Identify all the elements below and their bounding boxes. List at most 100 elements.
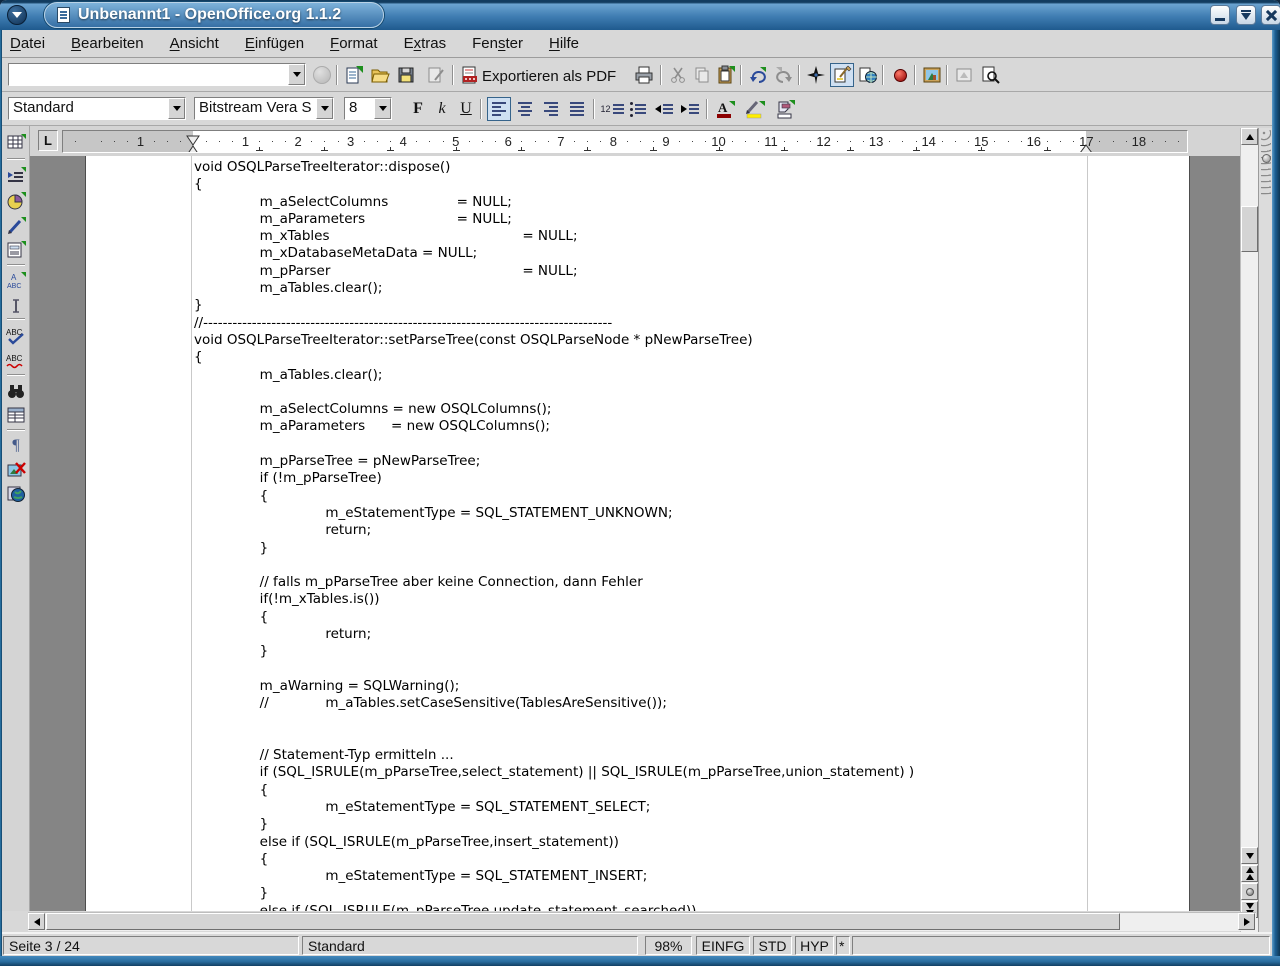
undo-button[interactable] bbox=[746, 63, 770, 87]
horizontal-scroll-thumb[interactable] bbox=[46, 913, 1120, 930]
paste-button[interactable] bbox=[714, 63, 738, 87]
scroll-right-button[interactable] bbox=[1238, 913, 1255, 930]
url-combobox[interactable] bbox=[8, 63, 306, 86]
autotext-button[interactable]: AABC bbox=[4, 269, 28, 293]
insert-table-button[interactable] bbox=[4, 130, 28, 154]
navigation-button[interactable] bbox=[1241, 883, 1258, 900]
graphics-onoff-button[interactable] bbox=[4, 458, 28, 482]
stop-loading-button[interactable] bbox=[310, 63, 334, 87]
status-insert-mode[interactable]: EINFG bbox=[696, 936, 750, 955]
increase-indent-button[interactable] bbox=[678, 97, 702, 121]
font-size-combobox[interactable]: 8 bbox=[344, 97, 392, 120]
separator bbox=[946, 65, 948, 85]
spellcheck-button[interactable]: ABC bbox=[4, 324, 28, 348]
status-page[interactable]: Seite 3 / 24 bbox=[3, 936, 299, 955]
font-color-button[interactable]: A bbox=[713, 97, 737, 121]
stylist-button[interactable] bbox=[830, 63, 854, 87]
menu-item-bearbeiten[interactable]: Bearbeiten bbox=[71, 35, 144, 52]
new-document-button[interactable] bbox=[342, 63, 366, 87]
menu-item-datei[interactable]: Datei bbox=[10, 35, 45, 52]
status-page-style[interactable]: Standard bbox=[302, 936, 638, 955]
bullet-list-button[interactable] bbox=[626, 97, 650, 121]
vertical-scrollbar[interactable] bbox=[1240, 128, 1258, 932]
nonprinting-characters-button[interactable]: ¶ bbox=[4, 434, 28, 458]
highlighting-button[interactable] bbox=[743, 97, 767, 121]
align-left-button[interactable] bbox=[487, 97, 511, 121]
imagemap-button[interactable] bbox=[952, 63, 976, 87]
find-button[interactable] bbox=[4, 379, 28, 403]
autospellcheck-button[interactable]: ABC bbox=[4, 349, 28, 373]
font-name-combobox[interactable]: Bitstream Vera S bbox=[194, 97, 334, 120]
titlebar: Unbenannt1 - OpenOffice.org 1.1.2 bbox=[0, 0, 1280, 30]
decrease-indent-button[interactable] bbox=[652, 97, 676, 121]
page[interactable]: void OSQLParseTreeIterator::dispose() { … bbox=[85, 156, 1190, 911]
window-menu-button[interactable] bbox=[7, 5, 27, 25]
close-button[interactable] bbox=[1261, 5, 1280, 25]
zoom-button[interactable] bbox=[978, 63, 1002, 87]
size-dropdown-button[interactable] bbox=[374, 98, 391, 119]
horizontal-scrollbar[interactable] bbox=[28, 912, 1256, 931]
align-right-button[interactable] bbox=[539, 97, 563, 121]
url-dropdown-button[interactable] bbox=[288, 64, 305, 85]
document-text[interactable]: void OSQLParseTreeIterator::dispose() { … bbox=[194, 159, 914, 911]
gallery-button[interactable] bbox=[920, 63, 944, 87]
style-dropdown-button[interactable] bbox=[168, 98, 185, 119]
open-button[interactable] bbox=[368, 63, 392, 87]
export-pdf-label[interactable]: Exportieren als PDF bbox=[482, 68, 616, 85]
export-pdf-button[interactable] bbox=[458, 63, 482, 87]
menu-item-fenster[interactable]: Fenster bbox=[472, 35, 523, 52]
print-button[interactable] bbox=[632, 63, 656, 87]
url-input[interactable] bbox=[9, 64, 288, 85]
ruler-tabstop bbox=[321, 147, 328, 151]
scroll-down-button[interactable] bbox=[1241, 847, 1258, 864]
insert-button[interactable] bbox=[4, 164, 28, 188]
numbered-list-button[interactable]: 12 bbox=[600, 97, 624, 121]
menu-item-einfügen[interactable]: Einfügen bbox=[245, 35, 304, 52]
ruler-number: 8 bbox=[610, 134, 617, 149]
align-justify-button[interactable] bbox=[565, 97, 589, 121]
document-view[interactable]: void OSQLParseTreeIterator::dispose() { … bbox=[30, 156, 1240, 911]
menu-item-extras[interactable]: Extras bbox=[404, 35, 447, 52]
online-layout-button[interactable] bbox=[4, 482, 28, 506]
menu-item-hilfe[interactable]: Hilfe bbox=[549, 35, 579, 52]
edit-file-button[interactable] bbox=[424, 63, 448, 87]
tab-type-selector[interactable]: L bbox=[38, 130, 58, 151]
font-dropdown-button[interactable] bbox=[316, 98, 333, 119]
maximize-button[interactable] bbox=[1236, 5, 1256, 25]
status-hyperlink-mode[interactable]: HYP bbox=[795, 936, 834, 955]
paragraph-style-combobox[interactable]: Standard bbox=[8, 97, 186, 120]
cut-button[interactable] bbox=[666, 63, 690, 87]
grip-dot-icon bbox=[1262, 154, 1271, 163]
form-functions-button[interactable] bbox=[4, 238, 28, 262]
minimize-button[interactable] bbox=[1210, 5, 1230, 25]
bold-button[interactable]: F bbox=[406, 97, 430, 121]
status-zoom[interactable]: 98% bbox=[645, 936, 692, 955]
copy-button[interactable] bbox=[690, 63, 714, 87]
vertical-scroll-thumb[interactable] bbox=[1241, 206, 1258, 252]
save-button[interactable] bbox=[394, 63, 418, 87]
status-selection-mode[interactable]: STD bbox=[753, 936, 792, 955]
grip-texture bbox=[1261, 130, 1271, 196]
direct-cursor-button[interactable] bbox=[4, 294, 28, 318]
indent-marker-left[interactable] bbox=[186, 135, 200, 153]
hyperlink-button[interactable] bbox=[856, 63, 880, 87]
draw-functions-button[interactable] bbox=[4, 214, 28, 238]
italic-button[interactable]: k bbox=[430, 97, 454, 121]
align-center-button[interactable] bbox=[513, 97, 537, 121]
underline-button[interactable]: U bbox=[454, 97, 478, 121]
menu-item-ansicht[interactable]: Ansicht bbox=[170, 35, 219, 52]
previous-page-button[interactable] bbox=[1241, 865, 1258, 882]
scroll-up-button[interactable] bbox=[1241, 128, 1258, 145]
redo-button[interactable] bbox=[772, 63, 796, 87]
ruler-tick bbox=[364, 141, 365, 142]
data-sources-button[interactable] bbox=[4, 403, 28, 427]
background-color-button[interactable] bbox=[773, 97, 797, 121]
navigator-button[interactable] bbox=[804, 63, 828, 87]
insert-object-button[interactable] bbox=[4, 189, 28, 213]
menu-item-format[interactable]: Format bbox=[330, 35, 378, 52]
ruler[interactable]: 1234567891011121314151617181 bbox=[62, 130, 1188, 153]
scroll-left-button[interactable] bbox=[28, 913, 45, 930]
numbered-list-icon: 12 bbox=[600, 104, 623, 114]
table-icon bbox=[6, 132, 26, 152]
record-button[interactable] bbox=[888, 63, 912, 87]
